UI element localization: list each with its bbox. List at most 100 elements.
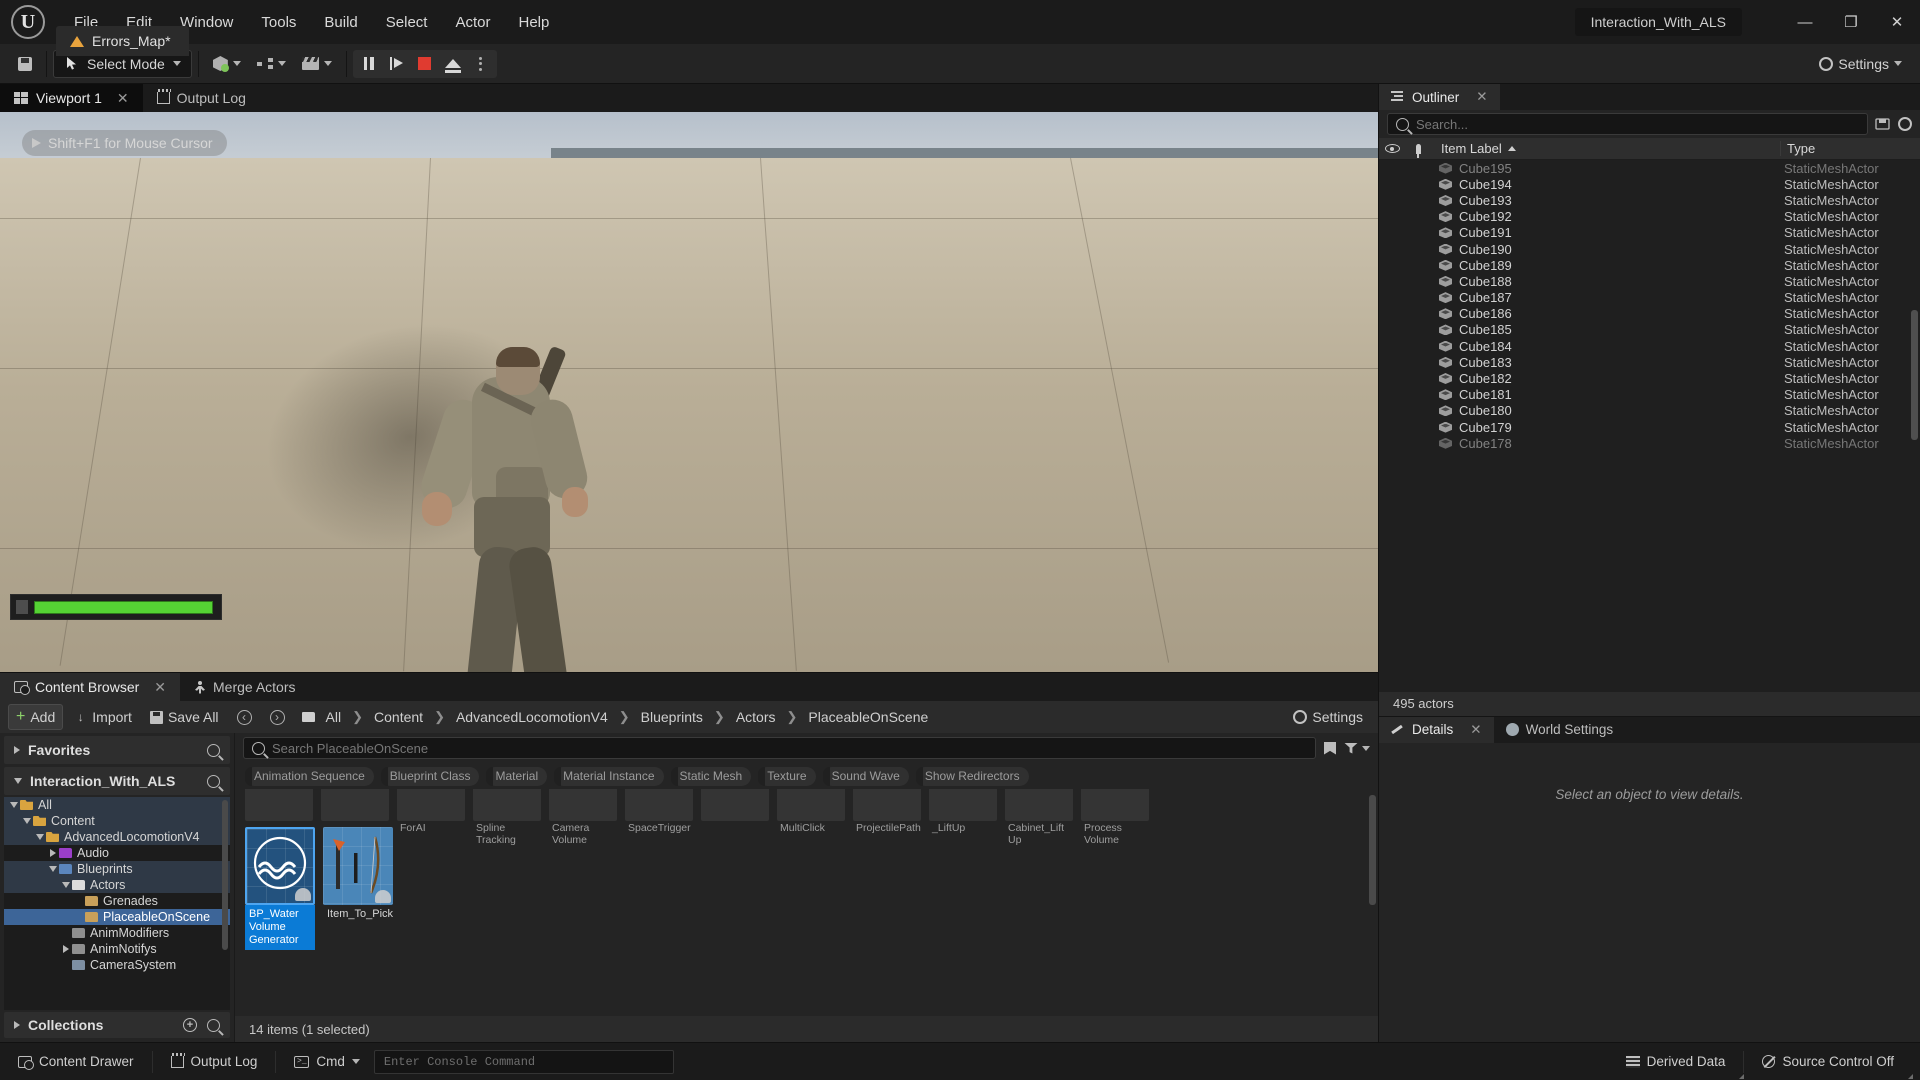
filter-chip-blueprint-class[interactable]: Blueprint Class bbox=[380, 766, 480, 786]
level-tab-errors-map[interactable]: Errors_Map* bbox=[56, 26, 189, 56]
source-control-button[interactable]: Source Control Off bbox=[1750, 1048, 1913, 1079]
tree-twisty[interactable] bbox=[34, 834, 46, 840]
breadcrumb-placeableonscene[interactable]: PlaceableOnScene bbox=[804, 706, 932, 728]
asset-tile-bp-water-volume-generator[interactable]: BP_Water Volume Generator bbox=[245, 827, 315, 950]
tab-merge-actors[interactable]: Merge Actors bbox=[180, 673, 309, 701]
import-button[interactable]: Import bbox=[67, 705, 139, 729]
tree-twisty[interactable] bbox=[8, 802, 20, 808]
folder-tree-item-blueprints[interactable]: Blueprints bbox=[4, 861, 230, 877]
outliner-scrollbar[interactable] bbox=[1911, 310, 1918, 440]
cmd-mode-dropdown[interactable]: >_ Cmd bbox=[282, 1048, 372, 1075]
search-icon-favorites[interactable] bbox=[207, 743, 220, 757]
breadcrumb-content[interactable]: Content bbox=[370, 706, 427, 728]
filter-chip-static-mesh[interactable]: Static Mesh bbox=[670, 766, 752, 786]
asset-tile-partial[interactable]: MultiClick bbox=[777, 789, 845, 847]
cinematics-dropdown[interactable] bbox=[294, 49, 340, 79]
table-row[interactable]: Cube178 StaticMeshActor bbox=[1379, 435, 1920, 451]
place-actors-dropdown[interactable] bbox=[205, 49, 249, 79]
project-section-header[interactable]: Interaction_With_ALS bbox=[4, 767, 230, 795]
close-button[interactable]: ✕ bbox=[1874, 13, 1920, 31]
tab-outliner[interactable]: Outliner ✕ bbox=[1379, 84, 1500, 110]
table-row[interactable]: Cube193 StaticMeshActor bbox=[1379, 192, 1920, 208]
tab-content-browser[interactable]: Content Browser ✕ bbox=[0, 673, 181, 701]
outliner-save-search-icon[interactable] bbox=[1875, 117, 1891, 131]
breadcrumb-all[interactable]: All bbox=[322, 706, 346, 728]
add-collection-icon[interactable]: + bbox=[183, 1018, 197, 1032]
menu-tools[interactable]: Tools bbox=[247, 8, 310, 37]
content-drawer-button[interactable]: Content Drawer bbox=[6, 1048, 146, 1075]
column-item-label[interactable]: Item Label bbox=[1431, 141, 1780, 156]
asset-folder-tree[interactable]: All Content AdvancedLocomotionV4 Audio Bluep… bbox=[4, 797, 230, 1010]
table-row[interactable]: Cube183 StaticMeshActor bbox=[1379, 354, 1920, 370]
asset-tile-grid[interactable]: ForAI Spline Tracking Camera Volume SpaceTr… bbox=[235, 789, 1378, 1016]
table-row[interactable]: Cube180 StaticMeshActor bbox=[1379, 403, 1920, 419]
table-row[interactable]: Cube189 StaticMeshActor bbox=[1379, 257, 1920, 273]
filter-chip-texture[interactable]: Texture bbox=[758, 766, 816, 786]
breadcrumb-blueprints[interactable]: Blueprints bbox=[637, 706, 707, 728]
filter-chip-show-redirectors[interactable]: Show Redirectors bbox=[915, 766, 1029, 786]
close-icon-outliner[interactable]: ✕ bbox=[1476, 89, 1487, 105]
tree-twisty[interactable] bbox=[60, 945, 72, 953]
folder-tree-item-grenades[interactable]: Grenades bbox=[4, 893, 230, 909]
folder-tree-item-placeableonscene[interactable]: PlaceableOnScene bbox=[4, 909, 230, 925]
navigate-forward-button[interactable] bbox=[263, 706, 292, 729]
breadcrumb-advancedlocomotionv4[interactable]: AdvancedLocomotionV4 bbox=[452, 706, 612, 728]
folder-tree-item-advancedlocomotionv4[interactable]: AdvancedLocomotionV4 bbox=[4, 829, 230, 845]
column-visibility[interactable] bbox=[1379, 144, 1405, 153]
table-row[interactable]: Cube184 StaticMeshActor bbox=[1379, 338, 1920, 354]
asset-tile-partial[interactable]: Cabinet_Lift Up bbox=[1005, 789, 1073, 847]
save-current-level-button[interactable] bbox=[10, 49, 40, 79]
folder-tree-scrollbar[interactable] bbox=[222, 800, 228, 950]
asset-search-input[interactable]: Search PlaceableOnScene bbox=[243, 737, 1316, 759]
filter-chip-animation-sequence[interactable]: Animation Sequence bbox=[245, 766, 374, 786]
derived-data-button[interactable]: Derived Data bbox=[1614, 1048, 1745, 1079]
asset-tile-partial[interactable]: SpaceTrigger bbox=[625, 789, 693, 847]
filter-chip-sound-wave[interactable]: Sound Wave bbox=[822, 766, 909, 786]
save-search-icon[interactable] bbox=[1324, 741, 1336, 755]
filters-dropdown[interactable] bbox=[1344, 743, 1370, 754]
collections-section-header[interactable]: Collections + bbox=[4, 1012, 230, 1038]
console-command-input[interactable]: Enter Console Command bbox=[373, 1049, 674, 1074]
table-row[interactable]: Cube190 StaticMeshActor bbox=[1379, 241, 1920, 257]
mouse-cursor-hint[interactable]: Shift+F1 for Mouse Cursor bbox=[22, 130, 227, 156]
folder-tree-item-animmodifiers[interactable]: AnimModifiers bbox=[4, 925, 230, 941]
maximize-button[interactable]: ❐ bbox=[1828, 13, 1874, 31]
menu-help[interactable]: Help bbox=[505, 8, 564, 37]
table-row[interactable]: Cube187 StaticMeshActor bbox=[1379, 290, 1920, 306]
table-row[interactable]: Cube194 StaticMeshActor bbox=[1379, 176, 1920, 192]
tree-twisty[interactable] bbox=[60, 882, 72, 888]
tab-details[interactable]: Details ✕ bbox=[1379, 716, 1494, 743]
outliner-settings-icon[interactable] bbox=[1898, 117, 1912, 131]
asset-tile-item-to-pick[interactable]: Item_To_Pick bbox=[323, 827, 393, 950]
folder-tree-item-animnotifys[interactable]: AnimNotifys bbox=[4, 941, 230, 957]
output-log-button[interactable]: Output Log bbox=[159, 1048, 270, 1075]
search-icon-project[interactable] bbox=[207, 774, 220, 788]
table-row[interactable]: Cube191 StaticMeshActor bbox=[1379, 225, 1920, 241]
unreal-logo[interactable]: U bbox=[0, 0, 56, 44]
table-row[interactable]: Cube185 StaticMeshActor bbox=[1379, 322, 1920, 338]
tree-twisty[interactable] bbox=[47, 866, 59, 872]
filter-chip-material-instance[interactable]: Material Instance bbox=[554, 766, 664, 786]
asset-tile-partial[interactable]: ProjectilePath bbox=[853, 789, 921, 847]
filter-chip-material[interactable]: Material bbox=[486, 766, 548, 786]
navigate-back-button[interactable] bbox=[230, 706, 259, 729]
folder-tree-item-all[interactable]: All bbox=[4, 797, 230, 813]
folder-tree-item-camerasystem[interactable]: CameraSystem bbox=[4, 957, 230, 973]
tab-world-settings[interactable]: World Settings bbox=[1494, 717, 1626, 743]
asset-tile-partial[interactable] bbox=[701, 789, 769, 847]
outliner-list[interactable]: Cube195 StaticMeshActor Cube194 StaticMeshA… bbox=[1379, 160, 1920, 692]
tab-viewport-1[interactable]: Viewport 1 ✕ bbox=[0, 84, 143, 112]
asset-tile-partial[interactable]: ForAI bbox=[397, 789, 465, 847]
asset-tile-partial[interactable]: Process Volume bbox=[1081, 789, 1149, 847]
eject-button[interactable] bbox=[439, 51, 467, 77]
table-row[interactable]: Cube182 StaticMeshActor bbox=[1379, 370, 1920, 386]
folder-tree-item-audio[interactable]: Audio bbox=[4, 845, 230, 861]
search-icon-collections[interactable] bbox=[207, 1018, 220, 1032]
pause-button[interactable] bbox=[355, 51, 383, 77]
table-row[interactable]: Cube186 StaticMeshActor bbox=[1379, 306, 1920, 322]
close-icon-details[interactable]: ✕ bbox=[1470, 722, 1481, 738]
add-button[interactable]: + Add bbox=[8, 704, 64, 730]
save-all-button[interactable]: Save All bbox=[143, 705, 226, 729]
tab-output-log[interactable]: Output Log bbox=[143, 84, 260, 112]
asset-tile-partial[interactable]: _LiftUp bbox=[929, 789, 997, 847]
